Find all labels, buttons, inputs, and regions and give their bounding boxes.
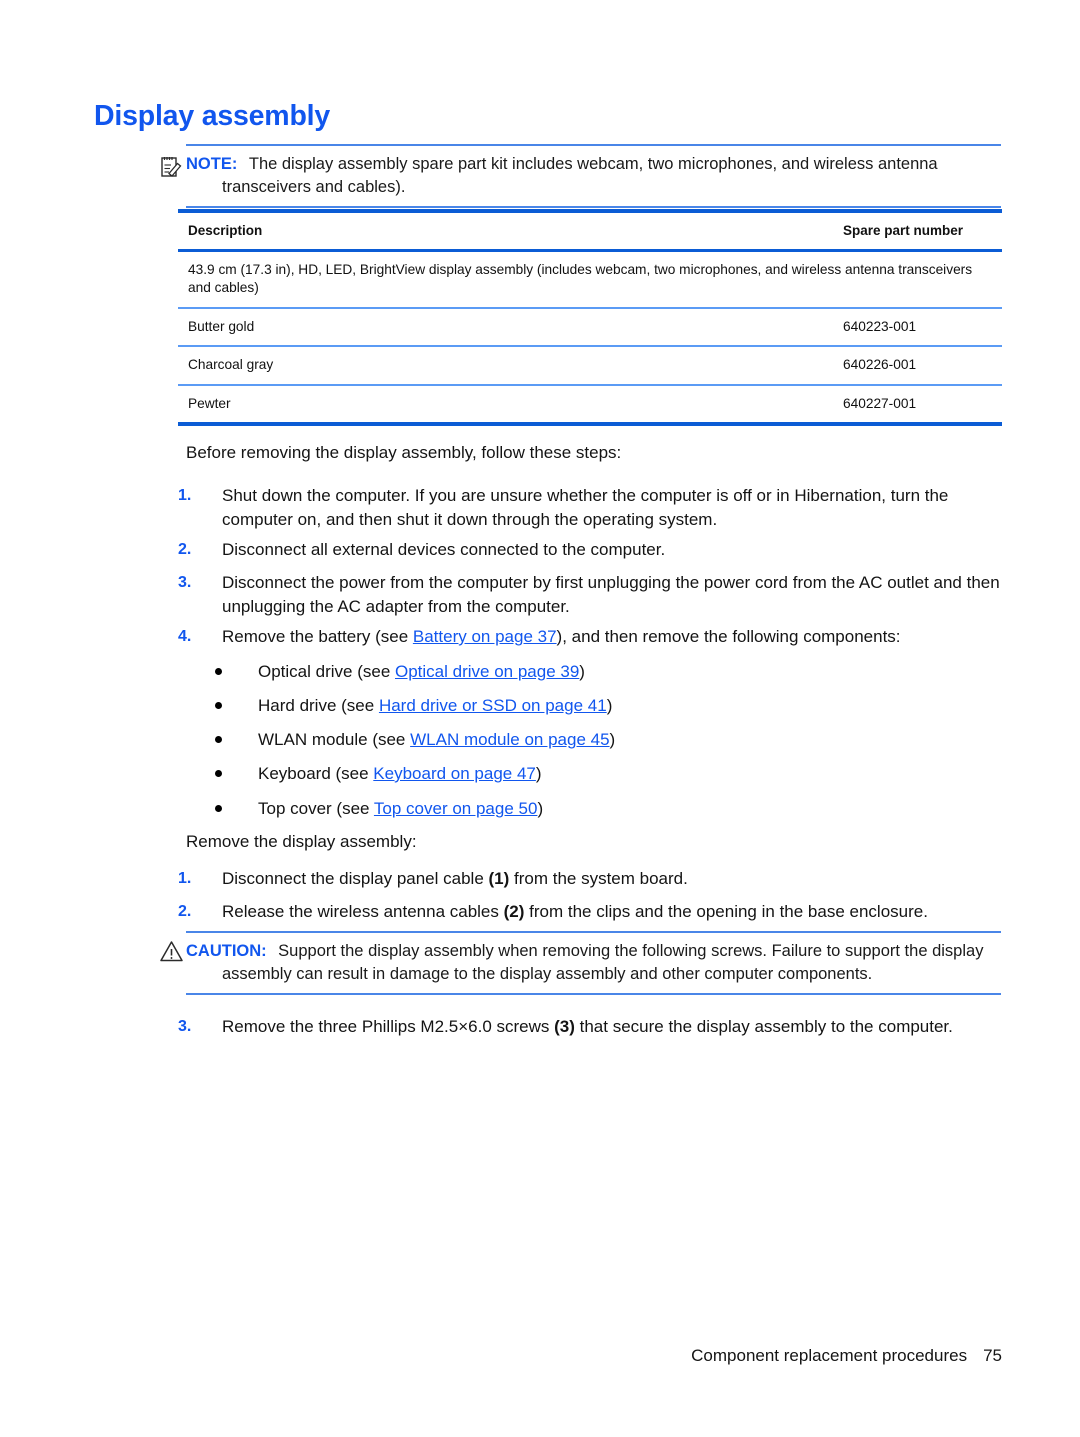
list-item: WLAN module (see WLAN module on page 45) [215,728,1005,752]
table-cell-part-number: 640227-001 [843,395,917,411]
step-text-prefix: Remove the three Phillips M2.5×6.0 screw… [222,1017,555,1036]
before-step-2: 2. Disconnect all external devices conne… [178,538,1002,562]
list-item-text: Top cover (see Top cover on page 50) [258,797,1005,821]
table-row: 43.9 cm (17.3 in), HD, LED, BrightView d… [178,252,1002,309]
bullet-dot-icon [215,736,222,743]
page-footer: Component replacement procedures 75 [0,1346,1002,1366]
footer-page-number: 75 [983,1346,1002,1365]
step-text: Disconnect all external devices connecte… [222,540,666,559]
callout-marker: (1) [488,869,510,888]
step-number: 2. [178,541,192,558]
table-row: Butter gold 640223-001 [178,309,1002,347]
remove-assembly-intro: Remove the display assembly: [186,832,417,851]
table-cell-description: Butter gold [188,318,255,334]
remove-step-3: 3. Remove the three Phillips M2.5×6.0 sc… [178,1015,1002,1039]
before-step-4: 4. Remove the battery (see Battery on pa… [178,625,1002,649]
before-step-3: 3. Disconnect the power from the compute… [178,571,1002,618]
list-item-suffix: ) [537,799,544,818]
step-text-suffix: from the clips and the opening in the ba… [524,902,928,921]
step-text: Remove the three Phillips M2.5×6.0 screw… [222,1015,1002,1039]
list-item: Optical drive (see Optical drive on page… [215,660,1005,684]
list-item-text: Hard drive (see Hard drive or SSD on pag… [258,694,1005,718]
step-text-prefix: Disconnect the display panel cable [222,869,489,888]
list-item-prefix: Optical drive (see [258,662,395,681]
list-item-prefix: Hard drive (see [258,696,379,715]
column-header-description: Description [188,223,263,238]
bullet-dot-icon [215,702,222,709]
step-text-suffix: ), and then remove the following compone… [556,627,901,646]
link-battery[interactable]: Battery on page 37 [413,627,557,646]
step-text: Disconnect the power from the computer b… [222,573,1000,616]
list-item-text: WLAN module (see WLAN module on page 45) [258,728,1005,752]
step-number: 3. [178,1018,192,1035]
list-item-suffix: ) [606,696,613,715]
warning-triangle-icon [159,939,184,964]
bullet-dot-icon [215,668,222,675]
note-text: NOTE: The display assembly spare part ki… [186,153,1001,198]
step-number: 3. [178,574,192,591]
table-cell-description: Charcoal gray [188,357,274,372]
column-header-spare-part-number: Spare part number [843,223,964,238]
note-admonition: NOTE: The display assembly spare part ki… [161,144,1001,208]
table-cell-part-number: 640223-001 [843,318,917,334]
list-item-prefix: Top cover (see [258,799,374,818]
step-text: Shut down the computer. If you are unsur… [222,486,949,529]
spare-parts-table: Description Spare part number 43.9 cm (1… [178,209,1002,426]
step-number: 1. [178,870,192,887]
callout-marker: (3) [554,1017,575,1036]
list-item-suffix: ) [609,730,616,749]
table-row: Pewter 640227-001 [178,386,1002,423]
list-item: Keyboard (see Keyboard on page 47) [215,762,1005,786]
before-step-1: 1. Shut down the computer. If you are un… [178,484,1002,531]
link-keyboard[interactable]: Keyboard on page 47 [373,764,536,783]
step-text-prefix: Remove the battery (see [222,627,413,646]
link-optical-drive[interactable]: Optical drive on page 39 [395,662,579,681]
note-label: NOTE: [186,155,238,173]
table-cell-description: 43.9 cm (17.3 in), HD, LED, BrightView d… [188,261,973,296]
table-header-row: Description Spare part number [178,213,1002,252]
step-text-suffix: from the system board. [509,869,688,888]
list-item-text: Keyboard (see Keyboard on page 47) [258,762,1005,786]
table-cell-description: Pewter [188,395,231,411]
footer-chapter-title: Component replacement procedures [691,1346,968,1365]
list-item: Hard drive (see Hard drive or SSD on pag… [215,694,1005,718]
link-hard-drive-or-ssd[interactable]: Hard drive or SSD on page 41 [379,696,607,715]
link-top-cover[interactable]: Top cover on page 50 [374,799,538,818]
step-text: Remove the battery (see Battery on page … [222,625,1002,649]
callout-marker: (2) [503,902,525,921]
step-text: Release the wireless antenna cables (2) … [222,900,1002,924]
note-pad-pencil-icon [159,154,184,179]
remove-step-1: 1. Disconnect the display panel cable (1… [178,867,1002,891]
step-text-suffix: that secure the display assembly to the … [574,1017,953,1036]
page-title: Display assembly [94,100,331,132]
document-page: Display assembly NOTE: The display assem… [0,0,1080,1437]
remove-step-2: 2. Release the wireless antenna cables (… [178,900,1002,924]
list-item-prefix: WLAN module (see [258,730,411,749]
list-item-prefix: Keyboard (see [258,764,374,783]
table-cell-part-number: 640226-001 [843,357,917,372]
note-body: The display assembly spare part kit incl… [222,155,938,196]
step-number: 2. [178,903,192,920]
step-text: Disconnect the display panel cable (1) f… [222,867,1002,891]
list-item-suffix: ) [579,662,585,681]
link-wlan-module[interactable]: WLAN module on page 45 [410,730,609,749]
list-item: Top cover (see Top cover on page 50) [215,797,1005,821]
table-row: Charcoal gray 640226-001 [178,347,1002,386]
list-item-text: Optical drive (see Optical drive on page… [258,660,1005,684]
caution-label: CAUTION: [186,942,267,960]
step-text-prefix: Release the wireless antenna cables [222,902,504,921]
step-number: 4. [178,628,192,645]
caution-admonition: CAUTION: Support the display assembly wh… [160,931,1001,995]
caution-body: Support the display assembly when removi… [222,942,984,983]
caution-text: CAUTION: Support the display assembly wh… [186,940,1001,985]
list-item-suffix: ) [535,764,542,783]
bullet-dot-icon [215,805,222,812]
before-removing-intro: Before removing the display assembly, fo… [186,443,622,462]
step-number: 1. [178,487,192,504]
bullet-dot-icon [215,770,222,777]
